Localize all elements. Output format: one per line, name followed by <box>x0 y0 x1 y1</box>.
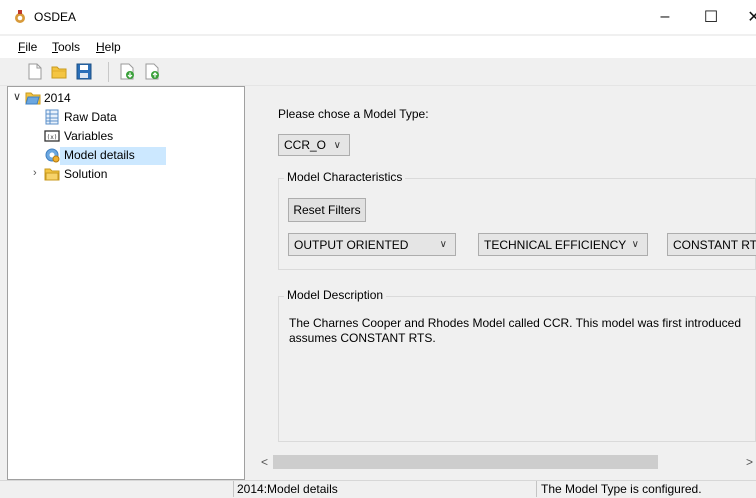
folder-icon <box>25 92 41 105</box>
menu-help-label: elp <box>104 40 121 54</box>
menu-tools-label: ools <box>58 40 81 54</box>
new-document-icon[interactable] <box>27 63 43 80</box>
maximize-icon: ☐ <box>703 9 719 26</box>
window-title: OSDEA <box>34 10 77 24</box>
efficiency-filter-select[interactable]: TECHNICAL EFFICIENCY ∨ <box>478 233 648 256</box>
tree-expand-chevron-2014[interactable]: ∨ <box>13 90 21 103</box>
model-type-prompt: Please chose a Model Type: <box>278 107 429 121</box>
save-icon[interactable] <box>76 63 92 80</box>
model-characteristics-title: Model Characteristics <box>284 170 406 184</box>
status-divider <box>536 481 537 497</box>
orientation-filter-select[interactable]: OUTPUT ORIENTED ∨ <box>288 233 456 256</box>
orientation-filter-value: OUTPUT ORIENTED <box>294 237 409 252</box>
status-divider <box>233 481 234 497</box>
efficiency-filter-value: TECHNICAL EFFICIENCY <box>484 237 627 252</box>
splitter[interactable] <box>246 86 258 480</box>
open-folder-icon[interactable] <box>51 63 67 80</box>
menu-tools[interactable]: Tools <box>52 40 80 54</box>
table-icon <box>45 109 59 125</box>
maximize-button[interactable]: ☐ <box>688 0 734 34</box>
svg-text:(x): (x) <box>47 134 58 141</box>
tree-node-variables[interactable]: Variables <box>64 129 113 143</box>
menu-help-mnemonic: H <box>96 40 105 54</box>
export-icon[interactable] <box>144 63 160 80</box>
chevron-down-icon: ∨ <box>631 239 639 250</box>
scroll-right-arrow-icon[interactable]: > <box>746 455 753 469</box>
model-type-select[interactable]: CCR_O ∨ <box>278 134 350 156</box>
osdea-app-icon <box>15 10 25 23</box>
tree-expand-chevron-solution[interactable]: › <box>33 167 37 179</box>
menu-file-label: ile <box>25 40 38 54</box>
project-tree[interactable] <box>7 86 245 480</box>
scroll-left-arrow-icon[interactable]: < <box>261 455 268 469</box>
import-icon[interactable] <box>119 63 135 80</box>
toolbar <box>0 59 756 86</box>
status-current-node: 2014:Model details <box>237 482 338 496</box>
folder-icon <box>44 168 60 181</box>
reset-filters-button[interactable]: Reset Filters <box>288 198 366 222</box>
status-message: The Model Type is configured. <box>541 482 702 496</box>
variables-icon: (x) <box>44 130 60 142</box>
model-description-text: The Charnes Cooper and Rhodes Model call… <box>289 316 756 346</box>
chevron-down-icon: ∨ <box>333 140 341 151</box>
gear-icon <box>45 148 60 163</box>
minimize-icon: – <box>660 8 670 25</box>
tree-node-2014[interactable]: 2014 <box>44 91 71 105</box>
close-icon: ✕ <box>747 9 756 26</box>
rts-filter-value: CONSTANT RTS <box>673 237 756 252</box>
tree-node-raw-data[interactable]: Raw Data <box>64 110 117 124</box>
model-description-title: Model Description <box>284 288 387 302</box>
model-description-line-2: assumes CONSTANT RTS. <box>289 331 436 345</box>
rts-filter-select[interactable]: CONSTANT RTS <box>667 233 756 256</box>
menu-help[interactable]: Help <box>96 40 121 54</box>
menu-file[interactable]: File <box>18 40 37 54</box>
scrollbar-thumb[interactable] <box>273 455 658 469</box>
chevron-down-icon: ∨ <box>439 239 447 250</box>
tree-node-solution[interactable]: Solution <box>64 167 107 181</box>
tree-node-model-details[interactable]: Model details <box>64 148 135 162</box>
close-button[interactable]: ✕ <box>731 0 756 34</box>
model-type-value: CCR_O <box>284 138 327 152</box>
minimize-button[interactable]: – <box>642 0 688 34</box>
model-description-line-1: The Charnes Cooper and Rhodes Model call… <box>289 316 741 330</box>
toolbar-separator <box>108 62 109 82</box>
model-characteristics-group <box>278 178 756 270</box>
